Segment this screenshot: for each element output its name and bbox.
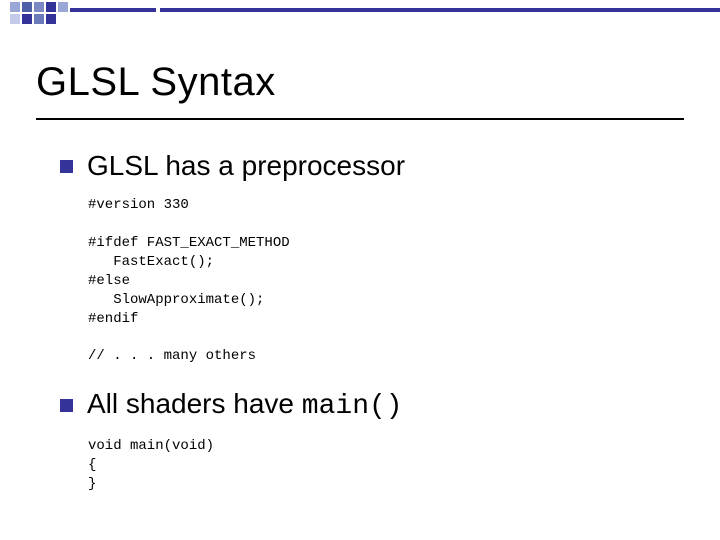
deco-square bbox=[34, 14, 44, 24]
corner-decoration bbox=[0, 0, 720, 24]
deco-square bbox=[22, 14, 32, 24]
slide: GLSL Syntax GLSL has a preprocessor #ver… bbox=[0, 0, 720, 540]
bullet-2-text: All shaders have main() bbox=[87, 388, 403, 423]
code-block-preprocessor: #version 330 #ifdef FAST_EXACT_METHOD Fa… bbox=[88, 196, 680, 366]
top-bar-left bbox=[70, 8, 156, 12]
title-underline bbox=[36, 118, 684, 120]
deco-square bbox=[22, 2, 32, 12]
deco-square bbox=[46, 14, 56, 24]
slide-title: GLSL Syntax bbox=[36, 60, 276, 105]
deco-square bbox=[58, 2, 68, 12]
bullet-2: All shaders have main() bbox=[60, 388, 680, 423]
bullet-square-icon bbox=[60, 160, 73, 173]
top-bar-right bbox=[160, 8, 720, 12]
bullet-1: GLSL has a preprocessor bbox=[60, 150, 680, 182]
deco-square bbox=[46, 2, 56, 12]
bullet-2-prefix: All shaders have bbox=[87, 388, 302, 419]
bullet-1-text: GLSL has a preprocessor bbox=[87, 150, 405, 182]
code-block-main: void main(void) { } bbox=[88, 437, 680, 494]
deco-square bbox=[10, 2, 20, 12]
slide-body: GLSL has a preprocessor #version 330 #if… bbox=[60, 150, 680, 516]
deco-square bbox=[34, 2, 44, 12]
bullet-square-icon bbox=[60, 399, 73, 412]
deco-square bbox=[10, 14, 20, 24]
bullet-2-mono: main() bbox=[302, 391, 403, 422]
